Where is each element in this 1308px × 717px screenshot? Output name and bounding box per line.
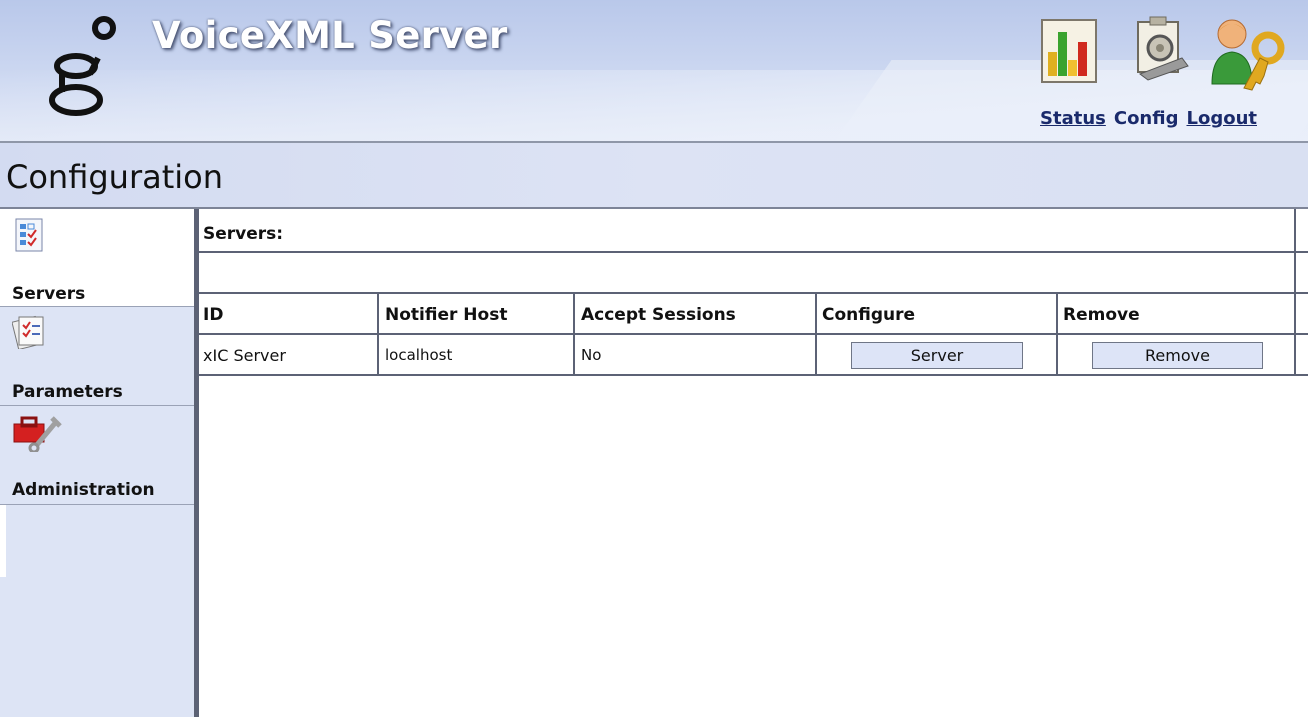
server-id-cell: xIC Server xyxy=(203,346,286,365)
column-header: Configure xyxy=(822,305,916,325)
status-chart-icon[interactable] xyxy=(1040,14,1100,86)
config-gear-icon[interactable] xyxy=(1130,14,1196,86)
notifier-host-cell: localhost xyxy=(385,346,453,364)
app-title: VoiceXML Server xyxy=(152,14,508,57)
table-rule xyxy=(815,292,817,376)
config-link[interactable]: Config xyxy=(1114,108,1179,129)
status-link[interactable]: Status xyxy=(1040,108,1106,129)
sidebar-item-parameters[interactable]: Parameters xyxy=(0,307,194,406)
table-rule xyxy=(197,333,1308,335)
header-icon-group xyxy=(1040,14,1308,94)
column-header: Remove xyxy=(1063,305,1140,325)
genesys-logo-icon xyxy=(49,16,116,116)
toolbox-wrench-icon xyxy=(13,416,62,452)
logout-link[interactable]: Logout xyxy=(1186,108,1257,129)
page-title: Configuration xyxy=(6,158,224,196)
table-rule xyxy=(197,209,199,717)
section-label: Servers: xyxy=(203,224,284,244)
table-rule xyxy=(1294,209,1296,376)
configure-server-button[interactable]: Server xyxy=(851,342,1023,369)
table-rule xyxy=(197,251,1308,253)
parameters-clipboard-icon xyxy=(12,315,44,349)
sidebar-edge xyxy=(0,505,6,577)
column-header: Notifier Host xyxy=(385,305,508,325)
logout-user-key-icon[interactable] xyxy=(1210,14,1306,92)
sidebar-item-label: Servers xyxy=(12,284,86,304)
servers-panel: Servers: ID Notifier Host Accept Session… xyxy=(197,209,1308,717)
sidebar-item-servers[interactable]: Servers xyxy=(0,209,194,307)
sidebar-item-administration[interactable]: Administration xyxy=(0,406,194,505)
remove-server-button[interactable]: Remove xyxy=(1092,342,1263,369)
sidebar-item-label: Administration xyxy=(12,480,155,500)
servers-checklist-icon xyxy=(15,218,43,252)
table-rule xyxy=(197,292,1308,294)
table-rule xyxy=(1056,292,1058,376)
column-header: ID xyxy=(203,305,224,325)
table-rule xyxy=(197,374,1308,376)
column-header: Accept Sessions xyxy=(581,305,736,325)
accept-sessions-cell: No xyxy=(581,346,602,364)
sidebar: Servers Parameters Administration xyxy=(0,209,194,717)
table-rule xyxy=(377,292,379,376)
table-rule xyxy=(573,292,575,376)
sidebar-item-label: Parameters xyxy=(12,382,123,402)
header-nav-links: Status Config Logout xyxy=(1040,108,1257,129)
